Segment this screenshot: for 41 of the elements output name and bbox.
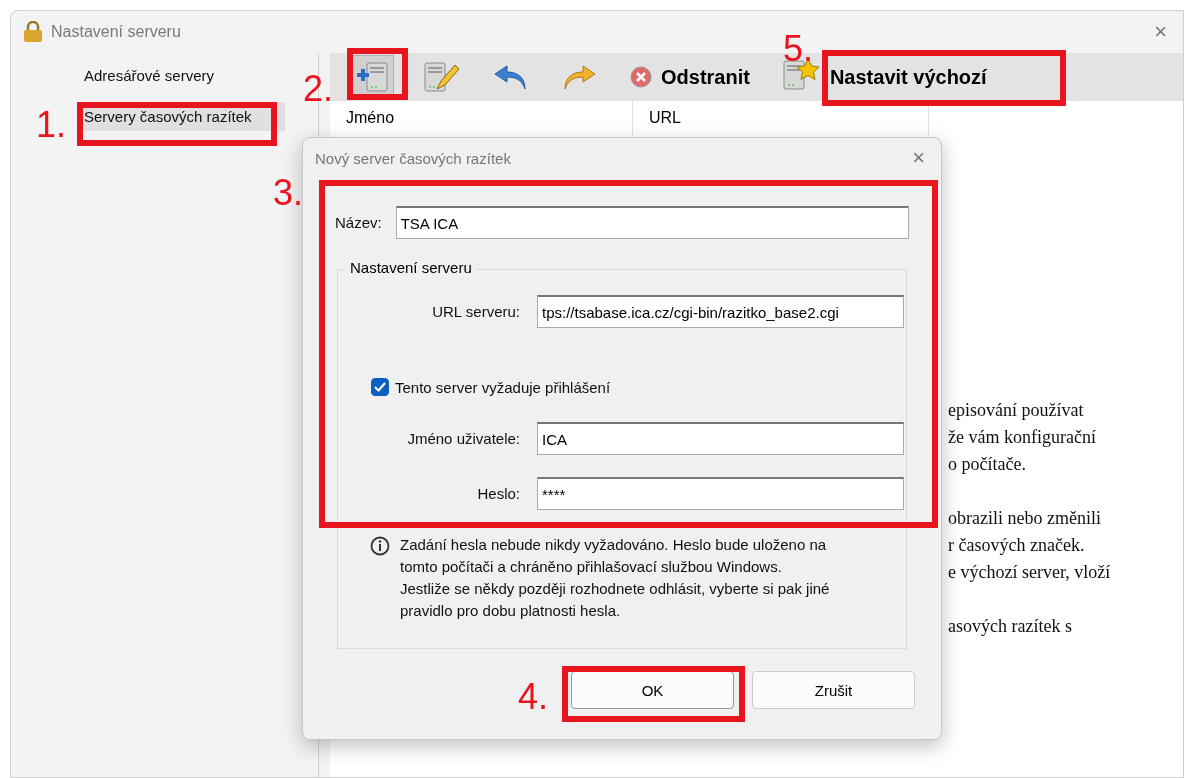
help-text-line: asových razítek s	[948, 615, 1073, 638]
delete-icon	[629, 65, 653, 89]
window-title: Nastavení serveru	[51, 23, 182, 41]
help-text-line: e výchozí server, vloží	[948, 561, 1112, 584]
checkbox-label: Tento server vyžaduje přihlášení	[395, 378, 611, 396]
help-text-line: episování používat	[948, 399, 1085, 422]
edit-server-icon	[421, 59, 461, 95]
redo-icon	[561, 62, 597, 92]
info-icon	[370, 536, 390, 556]
ok-button[interactable]: OK	[571, 671, 734, 709]
url-field[interactable]: tps://tsabase.ica.cz/cgi-bin/razitko_base2.cgi	[537, 295, 904, 328]
step-number: 5.	[783, 28, 814, 70]
info-text: Zadání hesla nebude nikdy vyžadováno. Heslo bude uloženo na tomto počítači a chráněno přihlašovací službou Windows. Jestliže se někdy později rozhodnete odhlásit, vyberte si pak jiné pravidlo pro dobu platnosti hesla.	[400, 535, 831, 621]
close-button[interactable]: ×	[908, 145, 929, 171]
password-field[interactable]: ****	[537, 477, 904, 510]
field-label: Název:	[335, 214, 382, 231]
add-server-icon	[355, 59, 389, 95]
sidebar-item[interactable]: Adresářové servery	[81, 61, 285, 90]
field-label: Jméno uživatele:	[406, 430, 521, 447]
lock-icon	[23, 21, 43, 43]
close-button[interactable]: ×	[1150, 19, 1171, 45]
help-text-line: obrazili nebo změnili	[948, 507, 1102, 530]
column-header[interactable]: Jméno	[330, 101, 633, 135]
step-number: 1.	[36, 104, 67, 146]
highlight-frame	[347, 48, 408, 100]
checkbox[interactable]	[371, 378, 389, 396]
cancel-button[interactable]: Zrušit	[752, 671, 915, 709]
name-field[interactable]: TSA ICA	[395, 206, 909, 239]
group-title: Nastavení serveru	[346, 259, 476, 276]
field-label: URL serveru:	[431, 303, 521, 320]
delete-button[interactable]: Odstranit	[624, 55, 755, 99]
help-text-line: že vám konfigurační	[948, 426, 1097, 449]
help-text-line: o počítače.	[948, 453, 1027, 476]
step-number: 4.	[518, 676, 549, 718]
field-label: Heslo:	[476, 485, 521, 502]
dialog-title: Nový server časových razítek	[315, 149, 512, 167]
column-header[interactable]: URL	[633, 101, 929, 135]
help-text-line: r časových značek.	[948, 534, 1086, 557]
username-field[interactable]: ICA	[537, 422, 904, 455]
step-number: 3.	[273, 172, 304, 214]
undo-icon	[493, 62, 529, 92]
